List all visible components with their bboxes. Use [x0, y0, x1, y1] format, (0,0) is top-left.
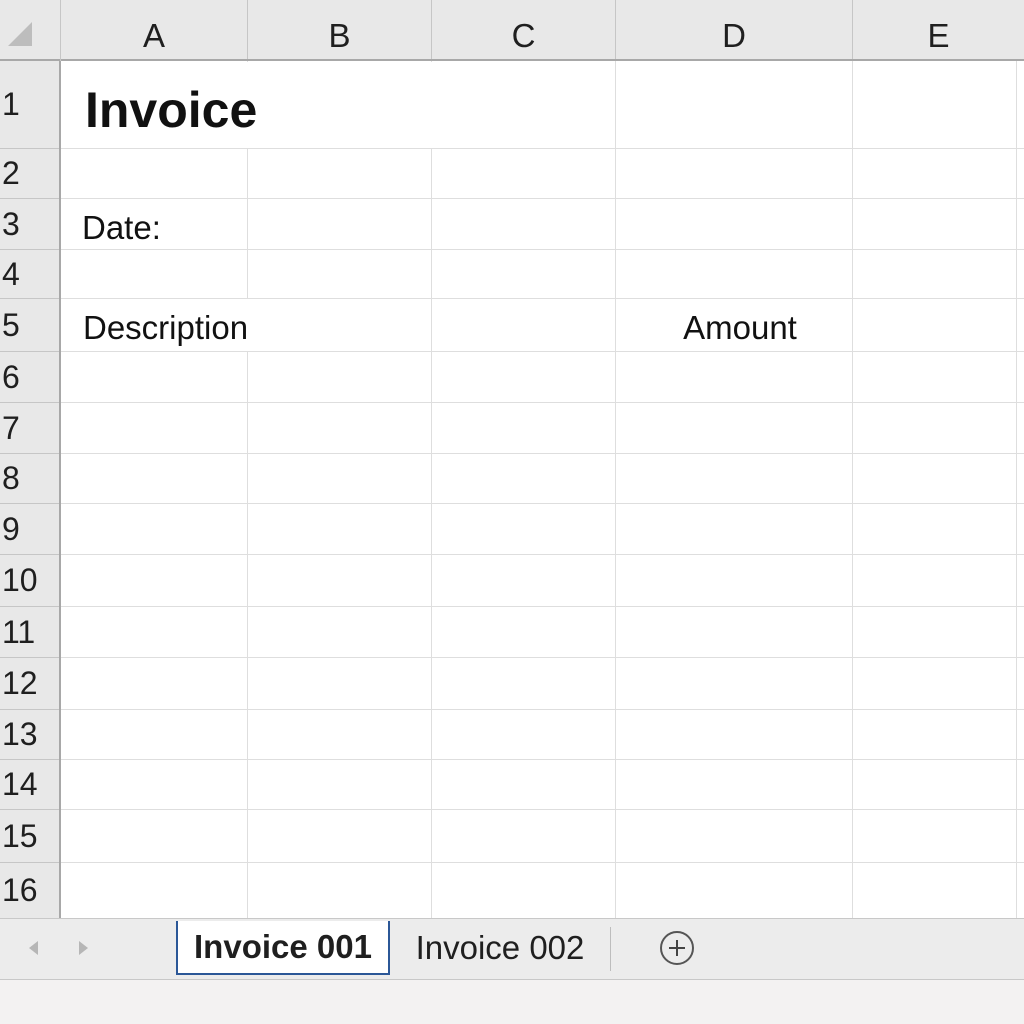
row-header-16[interactable]: 16	[0, 863, 59, 918]
gridline-horizontal	[61, 402, 1024, 403]
row-header-7[interactable]: 7	[0, 403, 59, 454]
sheet-tab-invoice-001[interactable]: Invoice 001	[176, 921, 390, 975]
row-header-9[interactable]: 9	[0, 504, 59, 555]
gridline-horizontal	[61, 198, 1024, 199]
row-header-13[interactable]: 13	[0, 710, 59, 760]
chevron-left-icon[interactable]	[29, 941, 38, 955]
amount-header: Amount	[683, 309, 797, 346]
gridline-horizontal	[61, 351, 1024, 352]
date-label: Date:	[82, 209, 161, 246]
description-header: Description	[83, 309, 249, 346]
gridline-horizontal	[61, 862, 1024, 863]
select-all-icon	[8, 22, 32, 46]
row-header-8[interactable]: 8	[0, 454, 59, 504]
column-header-e[interactable]: E	[853, 0, 1024, 59]
gridline-horizontal	[61, 503, 1024, 504]
gridline-horizontal	[61, 809, 1024, 810]
row-header-11[interactable]: 11	[0, 607, 59, 658]
select-all-button[interactable]	[0, 0, 61, 61]
gridline-horizontal	[61, 554, 1024, 555]
gridline-vertical	[852, 61, 853, 918]
spreadsheet-grid[interactable]: A B C D E 1 2 3 4 5 6 7 8 9 10 11 12 13 …	[0, 0, 1024, 918]
row-header-14[interactable]: 14	[0, 760, 59, 810]
invoice-title: Invoice	[85, 82, 258, 138]
chevron-right-icon[interactable]	[79, 941, 88, 955]
gridline-vertical	[1016, 61, 1017, 918]
gridline-horizontal	[61, 709, 1024, 710]
row-header-2[interactable]: 2	[0, 149, 59, 199]
column-header-a[interactable]: A	[61, 0, 248, 59]
gridline-horizontal	[61, 148, 1024, 149]
row-header-bar: 1 2 3 4 5 6 7 8 9 10 11 12 13 14 15 16	[0, 61, 61, 918]
gridline-vertical	[247, 61, 248, 918]
row-header-12[interactable]: 12	[0, 658, 59, 710]
row-header-4[interactable]: 4	[0, 250, 59, 299]
gridline-horizontal	[61, 759, 1024, 760]
gridline-horizontal	[61, 606, 1024, 607]
gridline-vertical	[615, 61, 616, 918]
column-header-c[interactable]: C	[432, 0, 616, 59]
gridline-horizontal	[61, 249, 1024, 250]
row-header-6[interactable]: 6	[0, 352, 59, 403]
row-header-15[interactable]: 15	[0, 810, 59, 863]
row-header-3[interactable]: 3	[0, 199, 59, 250]
row-header-1[interactable]: 1	[0, 61, 59, 149]
row-header-5[interactable]: 5	[0, 299, 59, 352]
add-sheet-icon[interactable]	[660, 931, 694, 965]
sheet-tab-bar: Invoice 001 Invoice 002	[0, 918, 1024, 980]
sheet-tab-invoice-002[interactable]: Invoice 002	[392, 921, 608, 975]
gridline-vertical	[431, 61, 432, 918]
tab-divider	[610, 927, 611, 971]
column-header-bar: A B C D E	[0, 0, 1024, 61]
gridline-horizontal	[61, 453, 1024, 454]
column-header-b[interactable]: B	[248, 0, 432, 59]
column-header-d[interactable]: D	[616, 0, 853, 59]
gridline-horizontal	[61, 657, 1024, 658]
row-header-10[interactable]: 10	[0, 555, 59, 607]
